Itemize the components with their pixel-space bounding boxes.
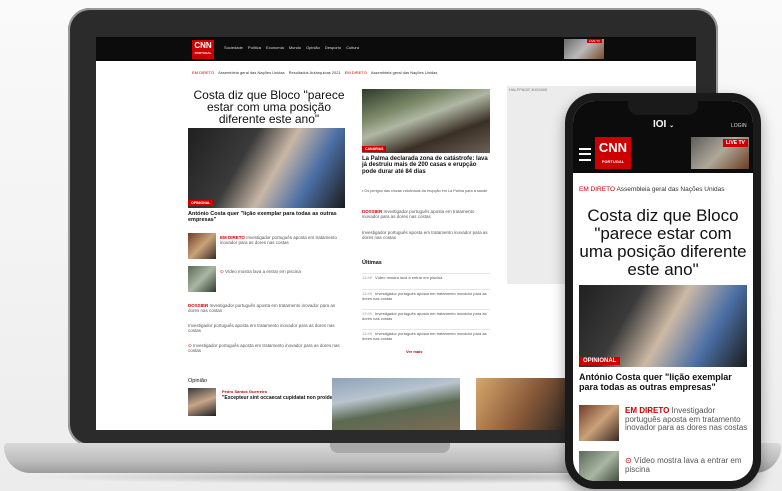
cnn-logo-mobile-text: CNN: [598, 140, 628, 155]
opinion-author-avatar[interactable]: [188, 388, 216, 416]
opiniao-heading: Opinião: [188, 378, 207, 384]
ultimas-item-3[interactable]: 13:49 Investigador português aposta em tr…: [362, 309, 490, 321]
middle-extra[interactable]: Investigador português aposta em tratame…: [362, 230, 490, 240]
ad-label: HALFPAGE 300X600: [509, 87, 548, 92]
mobile-snippet-thumbnail-2[interactable]: [579, 451, 619, 481]
snippet-5-text: Investigador português aposta em tratame…: [188, 343, 340, 353]
snippet-3[interactable]: DOSSIER Investigador português aposta em…: [188, 303, 344, 313]
mobile-ticker-text: Assembleia geral das Nações Unidas: [616, 186, 725, 193]
ticker-tag-1: EM DIRETO: [192, 70, 215, 75]
ultimas-heading: Últimas: [362, 260, 382, 266]
middle-dossier[interactable]: DOSSIER Investigador português aposta em…: [362, 209, 490, 219]
ultimas-text-4: Investigador português aposta em tratame…: [362, 331, 487, 341]
snippet-2-text: Vídeo mostra lava a entrar em piscina: [225, 269, 301, 274]
nav-link-mundo[interactable]: Mundo: [289, 45, 301, 50]
ultimas-item-4[interactable]: 13:49 Investigador português aposta em tr…: [362, 329, 490, 341]
snippet-2[interactable]: ⊙ Vídeo mostra lava a entrar em piscina: [220, 269, 344, 274]
mobile-ticker-tag: EM DIRETO: [579, 186, 615, 193]
mobile-snippet-2[interactable]: ⊙ Vídeo mostra lava a entrar em piscina: [625, 456, 749, 474]
mobile-lead-headline[interactable]: Costa diz que Bloco "parece estar com um…: [579, 207, 747, 279]
bottom-image-1[interactable]: [332, 378, 460, 430]
login-link[interactable]: LOGIN: [731, 123, 747, 129]
lead-caption[interactable]: António Costa quer "lição exemplar para …: [188, 211, 348, 223]
lead-headline[interactable]: Costa diz que Bloco "parece estar com um…: [188, 89, 350, 125]
opinion-author[interactable]: Pedro Santos Guerreiro: [222, 389, 267, 394]
nav-link-cultura[interactable]: Cultura: [346, 45, 359, 50]
phone-notch: [628, 101, 698, 115]
middle-tag: CANÁRIAS: [362, 146, 387, 152]
snippet-thumbnail-2[interactable]: [188, 266, 216, 292]
ultimas-item-1[interactable]: 13:49 Vídeo mostra lava a entrar em pisci…: [362, 273, 490, 281]
la-palma-image[interactable]: [362, 89, 490, 153]
mobile-lead-tag: OPINIONAL: [579, 357, 621, 365]
nav-link-desporto[interactable]: Desporto: [325, 45, 341, 50]
live-tv-badge[interactable]: LIVE TV: [587, 39, 603, 43]
ticker-link-3[interactable]: Assembleia geral das Nações Unidas: [371, 70, 437, 75]
mobile-snippet-thumbnail-1[interactable]: [579, 405, 619, 441]
brand-label: IOI: [653, 119, 667, 130]
ticker-link-1[interactable]: Assembleia geral das Nações Unidas: [218, 70, 284, 75]
live-tv-badge-mobile[interactable]: LIVE TV: [723, 139, 748, 147]
snippet-5[interactable]: ⊙ Investigador português aposta em trata…: [188, 343, 344, 353]
mobile-lead-caption[interactable]: António Costa quer "lição exemplar para …: [579, 372, 747, 392]
nav-link-economia[interactable]: Economia: [266, 45, 284, 50]
snippet-1[interactable]: EM DIRETO Investigador português aposta …: [220, 235, 344, 245]
mobile-lead-image[interactable]: [579, 285, 747, 367]
ticker-tag-3: EM DIRETO: [344, 70, 367, 75]
play-icon: ⊙: [220, 269, 224, 274]
cnn-logo[interactable]: CNN PORTUGAL: [192, 40, 214, 59]
cnn-logo-mobile[interactable]: CNN PORTUGAL: [595, 137, 631, 169]
cnn-logo-mobile-sub: PORTUGAL: [601, 159, 625, 164]
ultimas-text-2: Investigador português aposta em tratame…: [362, 291, 487, 301]
opinion-quote[interactable]: "Excepteur sint occaecat cupidatat non p…: [222, 395, 342, 402]
middle-sub[interactable]: • Os perigos das cinzas vulcânicas da er…: [362, 189, 490, 194]
nav-link-sociedade[interactable]: Sociedade: [224, 45, 243, 50]
chevron-down-icon: ⌄: [669, 123, 675, 129]
mobile-ticker[interactable]: EM DIRETO Assembleia geral das Nações Un…: [579, 186, 724, 193]
snippet-3-text: Investigador português aposta em tratame…: [188, 303, 336, 313]
lead-image[interactable]: [188, 128, 345, 208]
cnn-logo-sub: PORTUGAL: [194, 51, 212, 55]
snippet-thumbnail-1[interactable]: [188, 233, 216, 259]
ticker-link-2[interactable]: Resultados Autárquicas 2021: [289, 70, 341, 75]
middle-sub-text: Os perigos das cinzas vulcânicas da erup…: [364, 189, 488, 193]
bottom-image-2[interactable]: [476, 378, 576, 430]
middle-headline[interactable]: La Palma declarada zona de catástrofe: l…: [362, 156, 490, 175]
cnn-logo-text: CNN: [194, 41, 212, 50]
ultimas-text-3: Investigador português aposta em tratame…: [362, 311, 487, 321]
mobile-snippet-1[interactable]: EM DIRETO Investigador português aposta …: [625, 406, 749, 433]
snippet-4[interactable]: Investigador português aposta em tratame…: [188, 323, 344, 333]
ultimas-item-2[interactable]: 13:49 Investigador português aposta em tr…: [362, 289, 490, 301]
laptop-notch: [330, 443, 450, 453]
lead-tag: OPINIONAL: [188, 200, 214, 206]
nav-links: Sociedade Política Economia Mundo Opiniã…: [224, 45, 359, 50]
mobile-snippet-2-text: Vídeo mostra lava a entrar em piscina: [625, 456, 742, 474]
desktop-top-nav: CNN PORTUGAL Sociedade Política Economia…: [96, 37, 696, 61]
phone-screen: IOI ⌄ LOGIN CNN PORTUGAL LIVE TV EM DIRE…: [573, 101, 753, 481]
nav-link-politica[interactable]: Política: [248, 45, 261, 50]
brand-switcher[interactable]: IOI ⌄: [653, 119, 674, 130]
ultimas-time-1: 13:49: [362, 275, 373, 280]
menu-icon[interactable]: [579, 148, 591, 161]
ver-mais-link[interactable]: Ver mais: [406, 349, 422, 354]
ultimas-text-1: Vídeo mostra lava a entrar em piscina: [375, 275, 443, 280]
nav-link-opiniao[interactable]: Opinião: [306, 45, 320, 50]
news-ticker: EM DIRETO Assembleia geral das Nações Un…: [192, 70, 437, 75]
